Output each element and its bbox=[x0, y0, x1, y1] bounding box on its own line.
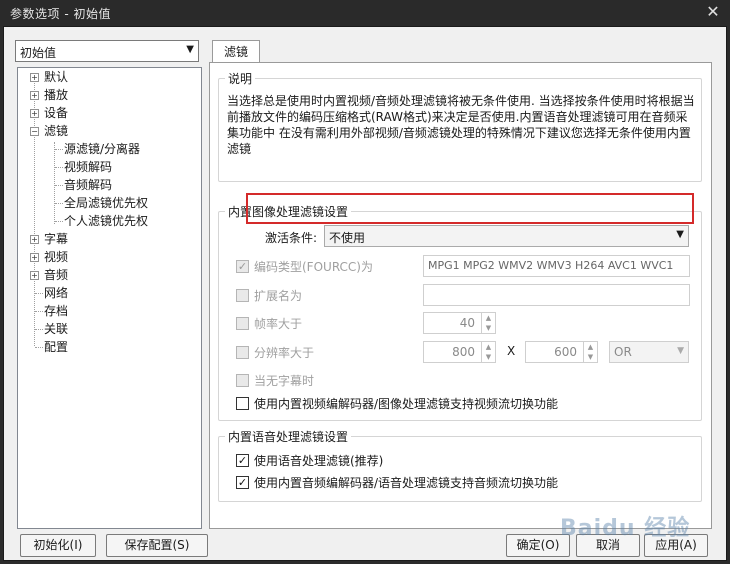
tree-item-personal-priority[interactable]: 个人滤镜优先权 bbox=[64, 212, 148, 230]
tree-guide-line bbox=[55, 221, 63, 222]
image-filter-group: 内置图像处理滤镜设置 激活条件: 不使用 ▼ ✓ 编码类型(FOURCC)为 M… bbox=[218, 203, 702, 421]
tree-item-subtitles[interactable]: 字幕 bbox=[44, 230, 68, 248]
expand-icon[interactable]: + bbox=[30, 73, 39, 82]
tree-item-video-decoder[interactable]: 视频解码 bbox=[64, 158, 112, 176]
tree-item-default[interactable]: 默认 bbox=[44, 68, 68, 86]
tree-guide-line bbox=[35, 347, 43, 348]
fourcc-checkbox[interactable]: ✓ bbox=[236, 260, 249, 273]
tree-item-video[interactable]: 视频 bbox=[44, 248, 68, 266]
activation-value: 不使用 bbox=[329, 231, 366, 245]
collapse-icon[interactable]: − bbox=[30, 127, 39, 136]
settings-tree: + 默认 + 播放 + 设备 − 滤镜 源滤镜/分离器 视频解码 音频解码 全局… bbox=[17, 67, 202, 529]
tree-item-device[interactable]: 设备 bbox=[44, 104, 68, 122]
spinner-icon[interactable]: ▲ ▼ bbox=[481, 342, 495, 362]
tree-item-audio[interactable]: 音频 bbox=[44, 266, 68, 284]
tree-guide-line bbox=[55, 185, 63, 186]
tree-item-network[interactable]: 网络 bbox=[44, 284, 68, 302]
fourcc-label: 编码类型(FOURCC)为 bbox=[254, 260, 373, 274]
extension-field[interactable] bbox=[423, 284, 690, 306]
nosub-label: 当无字幕时 bbox=[254, 374, 315, 388]
tree-item-global-priority[interactable]: 全局滤镜优先权 bbox=[64, 194, 148, 212]
audio-filter-title: 内置语音处理滤镜设置 bbox=[225, 428, 352, 445]
tree-item-playback[interactable]: 播放 bbox=[44, 86, 68, 104]
video-switch-label: 使用内置视频编解码器/图像处理滤镜支持视频流切换功能 bbox=[254, 397, 559, 411]
save-config-button[interactable]: 保存配置(S) bbox=[106, 534, 208, 557]
filters-panel: 说明 当选择总是使用时内置视频/音频处理滤镜将被无条件使用. 当选择按条件使用时… bbox=[209, 62, 712, 529]
chevron-down-icon: ▼ bbox=[677, 346, 684, 356]
close-icon[interactable]: ✕ bbox=[704, 3, 722, 21]
init-button[interactable]: 初始化(I) bbox=[20, 534, 96, 557]
resolution-label: 分辨率大于 bbox=[254, 346, 315, 360]
description-title: 说明 bbox=[225, 70, 256, 87]
extension-checkbox[interactable] bbox=[236, 289, 249, 302]
resolution-op-select[interactable]: OR ▼ bbox=[609, 341, 689, 363]
resolution-op-value: OR bbox=[614, 345, 632, 359]
description-text: 当选择总是使用时内置视频/音频处理滤镜将被无条件使用. 当选择按条件使用时将根据… bbox=[227, 94, 695, 156]
activation-label: 激活条件: bbox=[265, 231, 318, 245]
tree-guide-line bbox=[55, 149, 63, 150]
tree-guide-line bbox=[35, 329, 43, 330]
expand-icon[interactable]: + bbox=[30, 271, 39, 280]
resolution-width-value: 800 bbox=[452, 345, 475, 359]
title-bar: 参数选项 - 初始值 ✕ bbox=[0, 0, 730, 26]
tree-guide-line bbox=[55, 203, 63, 204]
activation-select[interactable]: 不使用 ▼ bbox=[324, 225, 689, 247]
tree-guide-line bbox=[35, 293, 43, 294]
framerate-field[interactable]: 40 ▲ ▼ bbox=[423, 312, 496, 334]
tree-item-archive[interactable]: 存档 bbox=[44, 302, 68, 320]
chevron-down-icon: ▼ bbox=[676, 229, 684, 240]
fourcc-field[interactable]: MPG1 MPG2 WMV2 WMV3 H264 AVC1 WVC1 bbox=[423, 255, 690, 277]
audio-filter-group: 内置语音处理滤镜设置 ✓ 使用语音处理滤镜(推荐) ✓ 使用内置音频编解码器/语… bbox=[218, 428, 702, 502]
tree-guide-line bbox=[35, 311, 43, 312]
tree-item-source-filter[interactable]: 源滤镜/分离器 bbox=[64, 140, 140, 158]
resolution-x-label: X bbox=[507, 344, 516, 358]
resolution-height-field[interactable]: 600 ▲ ▼ bbox=[525, 341, 598, 363]
voice-filter-checkbox[interactable]: ✓ bbox=[236, 454, 249, 467]
tree-item-audio-decoder[interactable]: 音频解码 bbox=[64, 176, 112, 194]
profile-select[interactable]: 初始值 ▼ bbox=[15, 40, 199, 62]
dialog-client: 初始值 ▼ + 默认 + 播放 + 设备 − 滤镜 源滤镜/分离器 视频解码 音… bbox=[3, 26, 727, 561]
description-group: 说明 当选择总是使用时内置视频/音频处理滤镜将被无条件使用. 当选择按条件使用时… bbox=[218, 70, 702, 182]
tab-filters[interactable]: 滤镜 bbox=[212, 40, 260, 63]
resolution-width-field[interactable]: 800 ▲ ▼ bbox=[423, 341, 496, 363]
profile-select-value: 初始值 bbox=[20, 46, 57, 60]
spinner-icon[interactable]: ▲ ▼ bbox=[583, 342, 597, 362]
audio-switch-label: 使用内置音频编解码器/语音处理滤镜支持音频流切换功能 bbox=[254, 476, 559, 490]
framerate-checkbox[interactable] bbox=[236, 317, 249, 330]
nosub-checkbox[interactable] bbox=[236, 374, 249, 387]
resolution-checkbox[interactable] bbox=[236, 346, 249, 359]
tree-item-filters[interactable]: 滤镜 bbox=[44, 122, 68, 140]
voice-filter-label: 使用语音处理滤镜(推荐) bbox=[254, 454, 384, 468]
extension-label: 扩展名为 bbox=[254, 289, 303, 303]
watermark: Baidu 经验 bbox=[560, 516, 691, 541]
framerate-label: 帧率大于 bbox=[254, 317, 303, 331]
highlight-box bbox=[246, 193, 694, 224]
expand-icon[interactable]: + bbox=[30, 235, 39, 244]
expand-icon[interactable]: + bbox=[30, 253, 39, 262]
expand-icon[interactable]: + bbox=[30, 91, 39, 100]
tree-guide-line bbox=[54, 142, 55, 224]
window-title: 参数选项 - 初始值 bbox=[10, 7, 111, 21]
spinner-icon[interactable]: ▲ ▼ bbox=[481, 313, 495, 333]
tree-item-config[interactable]: 配置 bbox=[44, 338, 68, 356]
tree-guide-line bbox=[55, 167, 63, 168]
audio-switch-checkbox[interactable]: ✓ bbox=[236, 476, 249, 489]
expand-icon[interactable]: + bbox=[30, 109, 39, 118]
framerate-value: 40 bbox=[459, 316, 475, 330]
fourcc-value: MPG1 MPG2 WMV2 WMV3 H264 AVC1 WVC1 bbox=[428, 259, 674, 272]
resolution-height-value: 600 bbox=[554, 345, 577, 359]
chevron-down-icon: ▼ bbox=[186, 44, 194, 55]
video-switch-checkbox[interactable] bbox=[236, 397, 249, 410]
tree-item-association[interactable]: 关联 bbox=[44, 320, 68, 338]
